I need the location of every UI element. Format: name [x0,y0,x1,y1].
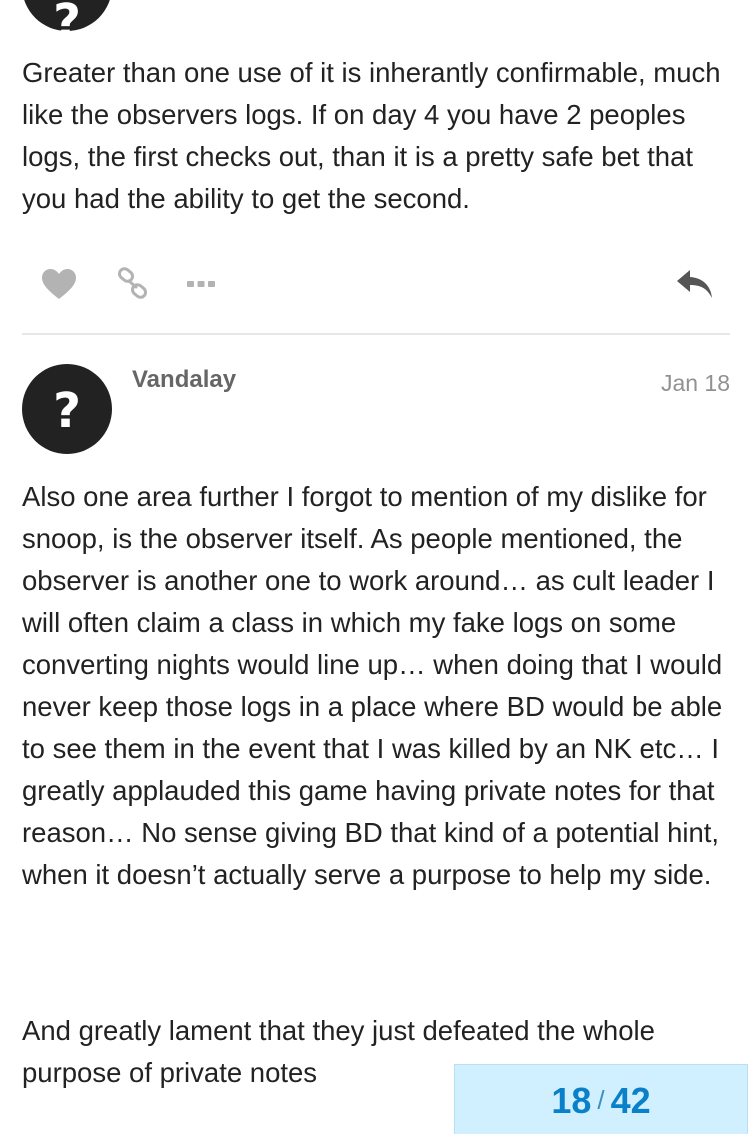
share-link-button[interactable] [110,258,156,310]
link-icon [117,267,148,299]
avatar-glyph: ? [53,0,81,50]
progress-separator: / [597,1085,605,1115]
avatar-glyph: ? [53,383,81,439]
progress-total: 42 [610,1079,651,1121]
user-avatar[interactable]: ? [22,364,112,454]
like-button[interactable] [36,258,82,310]
previous-post-avatar[interactable]: ? [22,0,112,50]
heart-icon [42,269,76,299]
more-icon [187,281,215,287]
post-divider [22,333,730,335]
post-username[interactable]: Vandalay [132,366,236,394]
post-actions [0,258,750,310]
post-date[interactable]: Jan 18 [661,370,730,397]
reply-icon [677,270,712,298]
post-paragraph: Also one area further I forgot to mentio… [22,481,723,890]
topic-progress[interactable]: 18 / 42 [454,1064,748,1134]
progress-current: 18 [551,1079,592,1121]
reply-button[interactable] [668,258,722,310]
more-actions-button[interactable] [178,258,224,310]
previous-post-body: Greater than one use of it is inherantly… [22,57,721,214]
